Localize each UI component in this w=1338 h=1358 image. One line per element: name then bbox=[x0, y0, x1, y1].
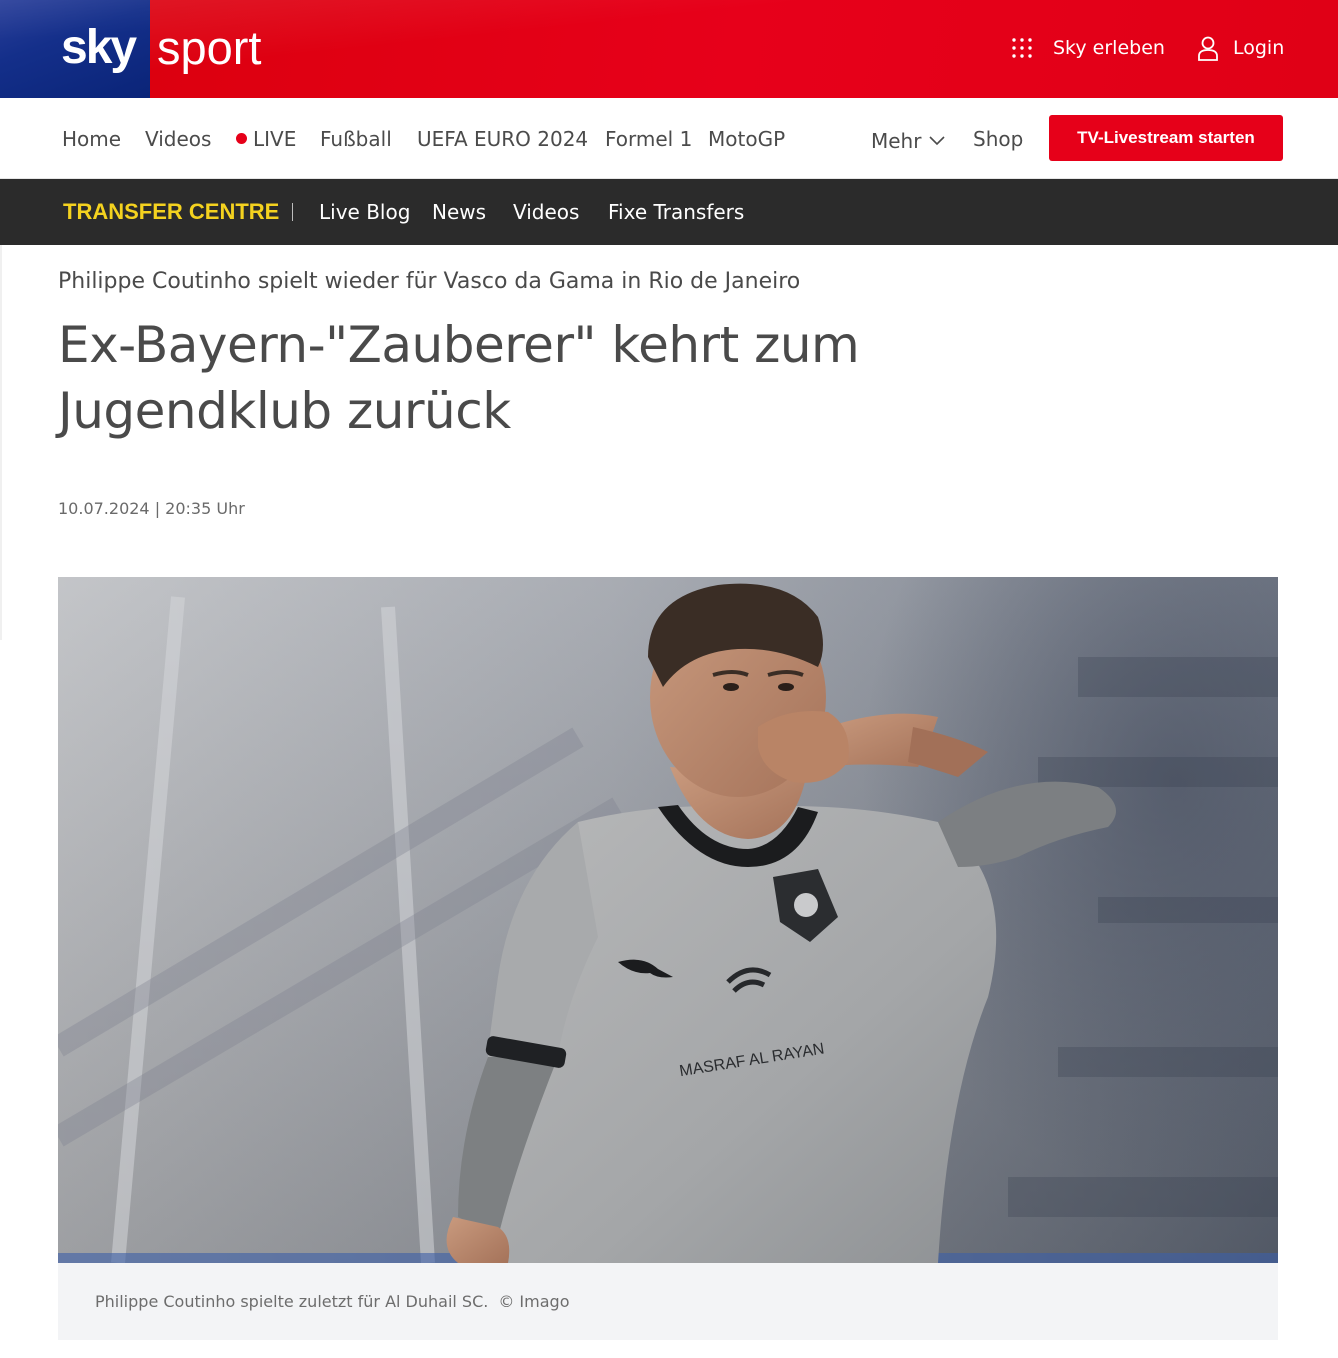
more-menu-button[interactable]: Mehr bbox=[871, 125, 946, 153]
main-nav: Home Videos LIVE Fußball UEFA EURO 2024 … bbox=[0, 98, 1338, 179]
login-label: Login bbox=[1233, 37, 1285, 59]
nav-item-home[interactable]: Home bbox=[62, 125, 121, 153]
transfer-centre-bar: TRANSFER CENTRE Live Blog News Videos Fi… bbox=[0, 179, 1338, 245]
more-label: Mehr bbox=[871, 129, 922, 153]
tc-item-videos[interactable]: Videos bbox=[513, 198, 579, 226]
nav-item-live-label: LIVE bbox=[253, 127, 297, 151]
nav-item-shop[interactable]: Shop bbox=[973, 125, 1023, 153]
sky-erleben-button[interactable]: Sky erleben bbox=[1011, 30, 1165, 66]
article-kicker: Philippe Coutinho spielt wieder für Vasc… bbox=[58, 269, 801, 294]
article-headline: Ex-Bayern-"Zauberer" kehrt zum Jugendklu… bbox=[58, 316, 860, 440]
page-left-rule bbox=[0, 245, 2, 640]
article-date: 10.07.2024 | 20:35 Uhr bbox=[58, 499, 245, 518]
image-caption-box: Philippe Coutinho spielte zuletzt für Al… bbox=[58, 1263, 1278, 1340]
caption-text: Philippe Coutinho spielte zuletzt für Al… bbox=[95, 1292, 489, 1311]
transfer-divider bbox=[292, 203, 293, 221]
login-button[interactable]: Login bbox=[1197, 30, 1284, 66]
nav-item-videos[interactable]: Videos bbox=[145, 125, 211, 153]
tc-item-live-blog[interactable]: Live Blog bbox=[319, 198, 410, 226]
logo-sky[interactable]: sky bbox=[61, 18, 137, 78]
nav-item-motogp[interactable]: MotoGP bbox=[708, 125, 785, 153]
caption-credit: © Imago bbox=[498, 1292, 570, 1311]
nav-item-fussball[interactable]: Fußball bbox=[320, 125, 392, 153]
transfer-centre-title[interactable]: TRANSFER CENTRE bbox=[63, 198, 279, 226]
site-header: sky sport Sky erleben Login bbox=[0, 0, 1338, 98]
live-dot-icon bbox=[236, 133, 247, 144]
image-caption: Philippe Coutinho spielte zuletzt für Al… bbox=[95, 1290, 569, 1314]
article-hero-image: MASRAF AL RAYAN bbox=[58, 577, 1278, 1263]
nav-item-formel-1[interactable]: Formel 1 bbox=[605, 125, 692, 153]
sky-erleben-label: Sky erleben bbox=[1053, 37, 1165, 59]
dots-grid-icon bbox=[1011, 35, 1033, 61]
tv-livestream-button[interactable]: TV-Livestream starten bbox=[1049, 115, 1283, 161]
nav-item-euro-2024[interactable]: UEFA EURO 2024 bbox=[417, 125, 588, 153]
player-photo: MASRAF AL RAYAN bbox=[58, 577, 1278, 1263]
tc-item-news[interactable]: News bbox=[432, 198, 486, 226]
tc-item-fixe-transfers[interactable]: Fixe Transfers bbox=[608, 198, 744, 226]
user-icon bbox=[1197, 35, 1219, 61]
chevron-down-icon bbox=[929, 125, 946, 153]
nav-item-live[interactable]: LIVE bbox=[236, 125, 296, 153]
logo-sport[interactable]: sport bbox=[157, 18, 262, 78]
